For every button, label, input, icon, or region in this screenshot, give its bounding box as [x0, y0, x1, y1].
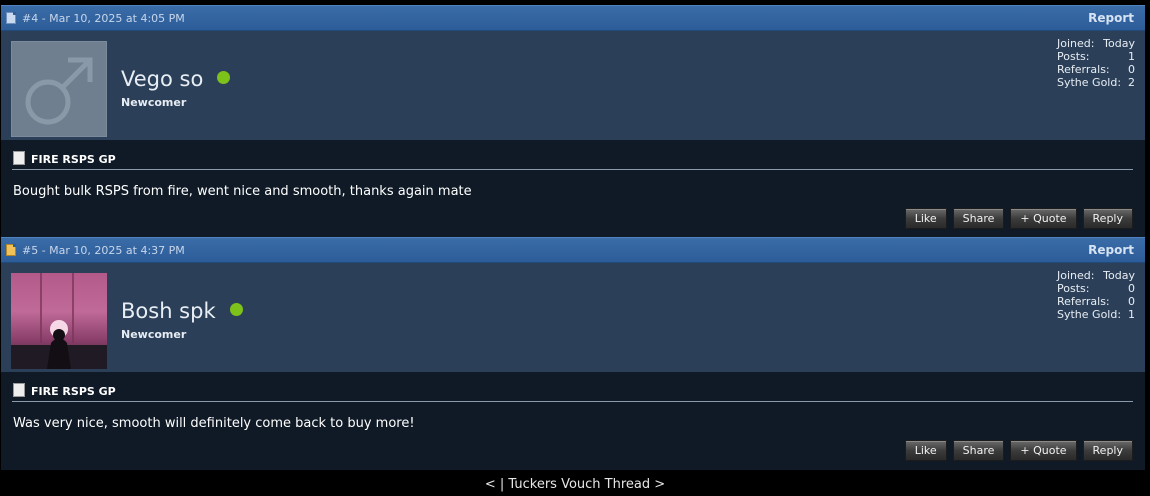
divider [12, 401, 1133, 402]
post-body: FIRE RSPS GP Was very nice, smooth will … [1, 372, 1145, 470]
user-rank: Newcomer [121, 96, 187, 109]
thread-link[interactable]: Tuckers Vouch Thread [508, 477, 650, 492]
male-symbol-icon [25, 57, 93, 125]
stat-label: Joined: [1057, 37, 1095, 50]
stat-label: Sythe Gold: [1057, 76, 1122, 89]
stat-label: Referrals: [1057, 63, 1110, 76]
stat-value: 0 [1128, 63, 1135, 76]
post-read-icon [6, 12, 16, 24]
next-thread-link[interactable]: > [654, 477, 665, 492]
stat-label: Joined: [1057, 269, 1095, 282]
avatar[interactable] [11, 41, 107, 137]
report-link[interactable]: Report [1088, 11, 1134, 25]
reply-button[interactable]: Reply [1082, 208, 1133, 229]
stat-value: 0 [1128, 295, 1135, 308]
document-icon [13, 151, 25, 165]
post-title: FIRE RSPS GP [13, 383, 116, 398]
share-button[interactable]: Share [952, 440, 1005, 461]
online-status-icon [229, 303, 243, 316]
stat-value[interactable]: 1 [1128, 50, 1135, 63]
username[interactable]: Vego so [121, 67, 231, 91]
avatar-image [11, 273, 107, 369]
reply-button[interactable]: Reply [1082, 440, 1133, 461]
stat-label: Referrals: [1057, 295, 1110, 308]
user-stats: Joined: Today Posts: 0 Referrals: 0 Sythe G… [1057, 269, 1135, 321]
like-button[interactable]: Like [904, 208, 947, 229]
like-button[interactable]: Like [904, 440, 947, 461]
post-title: FIRE RSPS GP [13, 151, 116, 166]
username[interactable]: Bosh spk [121, 299, 243, 323]
post-message: Bought bulk RSPS from fire, went nice an… [13, 184, 472, 199]
username-text[interactable]: Vego so [121, 67, 203, 91]
avatar[interactable] [11, 273, 107, 369]
stat-label: Sythe Gold: [1057, 308, 1122, 321]
online-status-icon [217, 71, 231, 84]
report-link[interactable]: Report [1088, 243, 1134, 257]
post: #5 - Mar 10, 2025 at 4:37 PM Report Bosh… [1, 237, 1145, 470]
prev-thread-link[interactable]: < [485, 477, 496, 492]
stat-value: Today [1103, 37, 1135, 50]
post-body: FIRE RSPS GP Bought bulk RSPS from fire,… [1, 140, 1145, 238]
user-stats: Joined: Today Posts: 1 Referrals: 0 Sythe G… [1057, 37, 1135, 89]
nav-separator: | [499, 477, 505, 492]
document-icon [13, 383, 25, 397]
post-message: Was very nice, smooth will definitely co… [13, 416, 415, 431]
post-header: #4 - Mar 10, 2025 at 4:05 PM Report [1, 5, 1145, 31]
quote-button[interactable]: + Quote [1010, 440, 1077, 461]
stat-value: Today [1103, 269, 1135, 282]
stat-label: Posts: [1057, 282, 1090, 295]
divider [12, 169, 1133, 170]
stat-value: 1 [1128, 308, 1135, 321]
user-rank: Newcomer [121, 328, 187, 341]
post-number-date[interactable]: #5 - Mar 10, 2025 at 4:37 PM [22, 244, 185, 257]
post-title-text: FIRE RSPS GP [31, 385, 116, 398]
post-title-text: FIRE RSPS GP [31, 153, 116, 166]
post-number-date[interactable]: #4 - Mar 10, 2025 at 4:05 PM [22, 12, 185, 25]
post-actions: Like Share + Quote Reply [904, 440, 1133, 461]
post-actions: Like Share + Quote Reply [904, 208, 1133, 229]
post-header: #5 - Mar 10, 2025 at 4:37 PM Report [1, 237, 1145, 263]
username-text[interactable]: Bosh spk [121, 299, 216, 323]
stat-label: Posts: [1057, 50, 1090, 63]
stat-value[interactable]: 0 [1128, 282, 1135, 295]
share-button[interactable]: Share [952, 208, 1005, 229]
post: #4 - Mar 10, 2025 at 4:05 PM Report Vego… [1, 5, 1145, 238]
stat-value: 2 [1128, 76, 1135, 89]
quote-button[interactable]: + Quote [1010, 208, 1077, 229]
post-new-icon [6, 244, 16, 256]
thread-navigation: < | Tuckers Vouch Thread > [0, 477, 1150, 492]
user-info: Vego so Newcomer Joined: Today Posts: 1 Re… [1, 31, 1145, 140]
user-info: Bosh spk Newcomer Joined: Today Posts: 0 R… [1, 263, 1145, 372]
